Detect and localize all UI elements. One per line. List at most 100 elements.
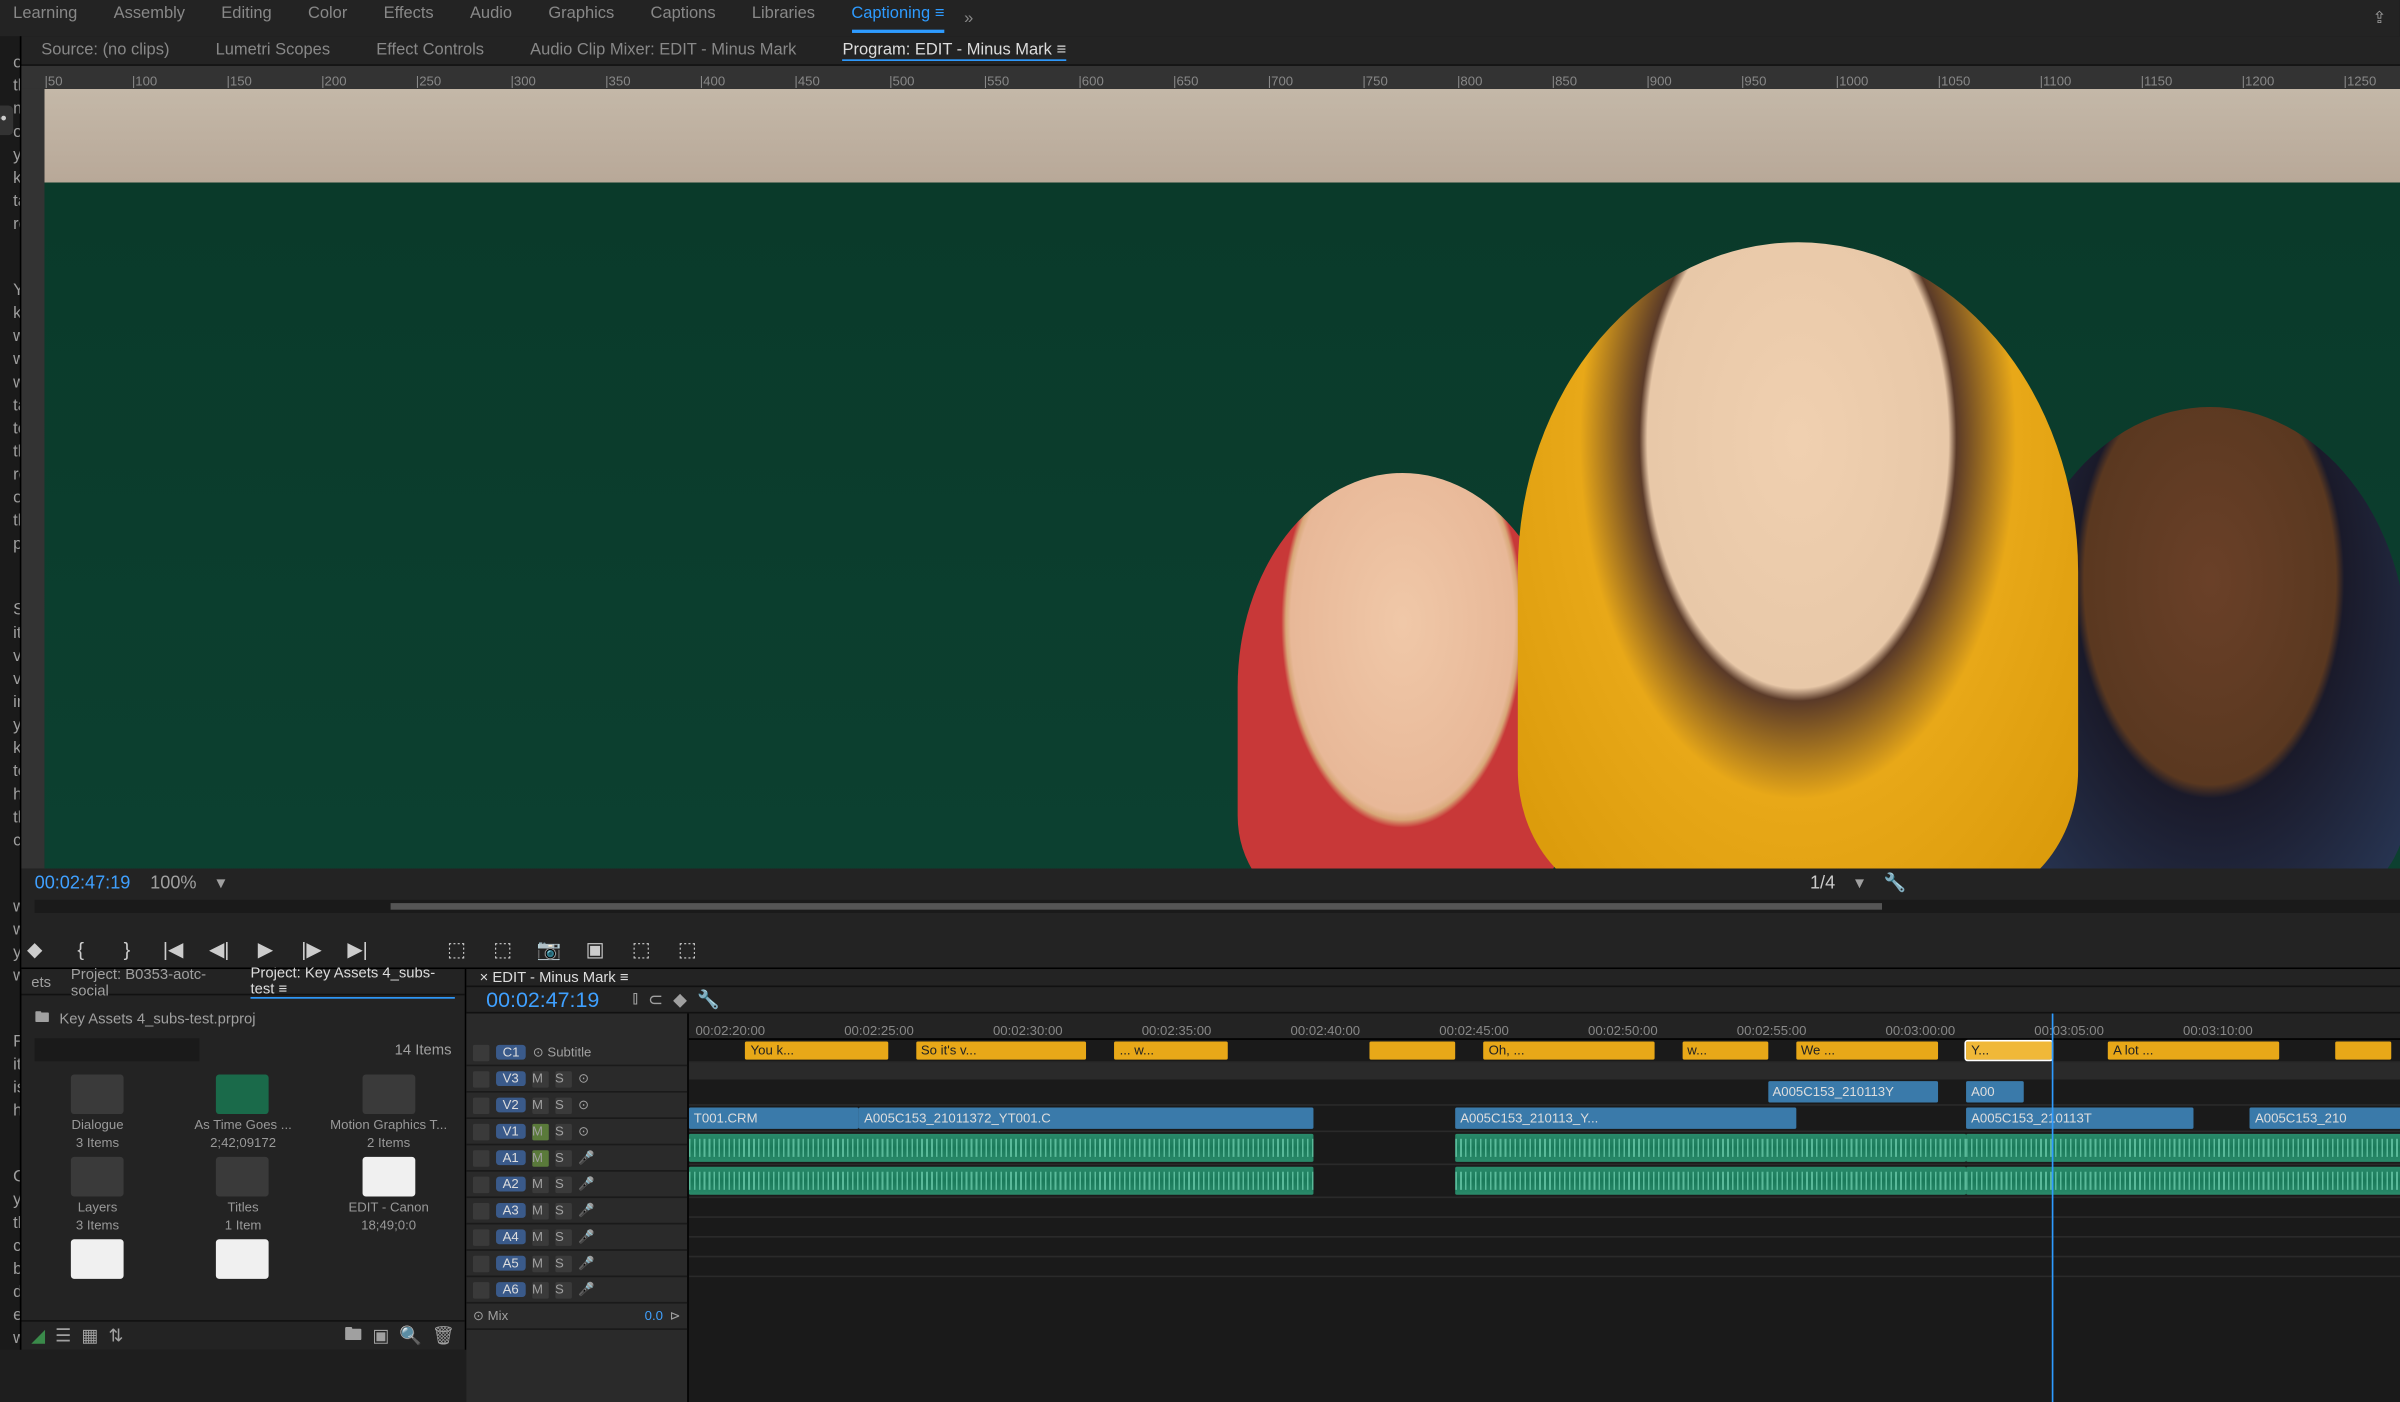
- project-bin[interactable]: Titles1 Item: [174, 1157, 313, 1233]
- timeline-clip[interactable]: A00: [1966, 1081, 2023, 1102]
- solo-button[interactable]: S: [555, 1149, 571, 1165]
- mute-button[interactable]: M: [532, 1176, 548, 1192]
- solo-button[interactable]: S: [555, 1176, 571, 1192]
- timeline-clip[interactable]: We ...: [1796, 1042, 1938, 1060]
- program-scrubber[interactable]: [35, 900, 2400, 913]
- mark-out-icon[interactable]: }: [114, 936, 140, 962]
- solo-button[interactable]: S: [555, 1123, 571, 1139]
- project-tab[interactable]: Project: Key Assets 4_subs-test ≡: [250, 964, 454, 999]
- solo-button[interactable]: S: [555, 1229, 571, 1245]
- track-header-A6[interactable]: A6MS🎤: [466, 1277, 687, 1303]
- timeline-clip[interactable]: [1966, 1167, 2400, 1195]
- lock-icon[interactable]: [473, 1202, 489, 1218]
- timeline-clip[interactable]: A005C153_21011372_YT001.C: [859, 1107, 1313, 1128]
- viewer-canvas[interactable]: You know, especially when they've been w…: [44, 89, 2400, 869]
- workspace-tab-captions[interactable]: Captions: [651, 4, 716, 32]
- panel-tab[interactable]: Source: (no clips): [41, 41, 169, 59]
- trash-icon[interactable]: 🗑: [432, 1325, 455, 1346]
- lock-icon[interactable]: [473, 1097, 489, 1113]
- icon-view-icon[interactable]: ▦: [81, 1325, 98, 1346]
- export-frame-icon[interactable]: 📷: [536, 936, 562, 962]
- freeform-icon[interactable]: ◢: [31, 1325, 45, 1346]
- workspace-tab-color[interactable]: Color: [308, 4, 347, 32]
- track-header-C1[interactable]: C1⊙ Subtitle: [466, 1040, 687, 1066]
- workspace-tab-editing[interactable]: Editing: [221, 4, 271, 32]
- transcript-block[interactable]: with whoever you're with.: [10, 893, 17, 992]
- settings-icon[interactable]: ⬚: [674, 936, 700, 962]
- timeline-clip[interactable]: [689, 1167, 1313, 1195]
- workspace-tab-graphics[interactable]: Graphics: [548, 4, 614, 32]
- workspace-tab-learning[interactable]: Learning: [13, 4, 77, 32]
- workspace-tab-captioning[interactable]: Captioning ≡: [851, 4, 944, 32]
- step-fwd-icon[interactable]: |▶: [298, 936, 324, 962]
- timeline-clip[interactable]: [1370, 1042, 1455, 1060]
- timeline-clip[interactable]: Oh, ...: [1484, 1042, 1654, 1060]
- track-header-A5[interactable]: A5MS🎤: [466, 1251, 687, 1277]
- workspace-tab-libraries[interactable]: Libraries: [752, 4, 815, 32]
- more-icon[interactable]: »: [964, 9, 973, 27]
- project-search-input[interactable]: [35, 1038, 200, 1061]
- link-icon[interactable]: ⊂: [648, 989, 663, 1010]
- transcript-block[interactable]: or the manager or, you know, take respit…: [10, 49, 17, 240]
- zoom-select[interactable]: 100%: [150, 873, 196, 893]
- lift-icon[interactable]: ⬚: [443, 936, 469, 962]
- mute-button[interactable]: M: [532, 1070, 548, 1086]
- project-bin[interactable]: Dialogue3 Items: [28, 1074, 167, 1150]
- track-header-A1[interactable]: A1MS🎤: [466, 1145, 687, 1171]
- mute-button[interactable]: M: [532, 1281, 548, 1297]
- transcript-block[interactable]: For it is heartbreaking.: [10, 1028, 17, 1127]
- timeline-clip[interactable]: So it's v...: [916, 1042, 1086, 1060]
- sequence-tab[interactable]: × EDIT - Minus Mark ≡: [480, 969, 629, 985]
- workspace-tab-assembly[interactable]: Assembly: [114, 4, 185, 32]
- timeline-clip[interactable]: A lot ...: [2108, 1042, 2278, 1060]
- project-tab[interactable]: Project: B0353-aotc-social: [71, 965, 231, 998]
- marker-icon[interactable]: ◆: [673, 989, 687, 1010]
- mute-button[interactable]: M: [532, 1097, 548, 1113]
- panel-tab[interactable]: Lumetri Scopes: [216, 41, 331, 59]
- lock-icon[interactable]: [473, 1044, 489, 1060]
- track-header-V1[interactable]: V1MS⊙: [466, 1119, 687, 1145]
- transcript-block[interactable]: You know, we we we talk to themregular o…: [10, 277, 17, 560]
- compare-icon[interactable]: ⬚: [628, 936, 654, 962]
- panel-tab[interactable]: Audio Clip Mixer: EDIT - Minus Mark: [530, 41, 796, 59]
- track-header-Mix[interactable]: ⊙ Mix0.0⊳: [466, 1304, 687, 1330]
- timeline-clip[interactable]: A005C153_210113_Y...: [1455, 1107, 1796, 1128]
- lock-icon[interactable]: [473, 1281, 489, 1297]
- new-item-icon[interactable]: ▣: [372, 1325, 389, 1346]
- timeline-clip[interactable]: Y...: [1966, 1042, 2051, 1060]
- timeline-clip[interactable]: [2335, 1042, 2392, 1060]
- program-in-timecode[interactable]: 00:02:47:19: [35, 873, 131, 893]
- project-bin[interactable]: Layers3 Items: [28, 1157, 167, 1233]
- track-header-V3[interactable]: V3MS⊙: [466, 1066, 687, 1092]
- track-header-A2[interactable]: A2MS🎤: [466, 1172, 687, 1198]
- list-view-icon[interactable]: ☰: [55, 1325, 71, 1346]
- timeline-clip[interactable]: w...: [1682, 1042, 1767, 1060]
- workspace-tab-audio[interactable]: Audio: [470, 4, 512, 32]
- timeline-clip[interactable]: A005C153_210: [2250, 1107, 2400, 1128]
- project-bin[interactable]: [28, 1239, 167, 1285]
- playback-quality[interactable]: 1/4: [1810, 873, 1835, 893]
- add-marker-icon[interactable]: ◆: [21, 936, 47, 962]
- solo-button[interactable]: S: [555, 1097, 571, 1113]
- go-to-out-icon[interactable]: ▶|: [344, 936, 370, 962]
- project-bin[interactable]: EDIT - Canon18;49;0:0: [319, 1157, 458, 1233]
- timeline-clip[interactable]: [1966, 1134, 2400, 1162]
- mute-button[interactable]: M: [532, 1202, 548, 1218]
- timeline-clip[interactable]: A005C153_210113Y: [1768, 1081, 1938, 1102]
- extract-icon[interactable]: ⬚: [489, 936, 515, 962]
- timeline-clip[interactable]: You k...: [746, 1042, 888, 1060]
- mute-button[interactable]: M: [532, 1229, 548, 1245]
- project-bin[interactable]: As Time Goes ...2;42;09172: [174, 1074, 313, 1150]
- panel-tab[interactable]: Effect Controls: [376, 41, 484, 59]
- sort-icon[interactable]: ⇅: [108, 1325, 123, 1346]
- safe-margins-icon[interactable]: ▣: [582, 936, 608, 962]
- mute-button[interactable]: M: [532, 1123, 548, 1139]
- new-bin-icon[interactable]: 🖿: [344, 1320, 362, 1351]
- workspace-tab-effects[interactable]: Effects: [384, 4, 434, 32]
- mute-button[interactable]: M: [532, 1149, 548, 1165]
- project-tab[interactable]: ets: [31, 973, 51, 989]
- wrench-icon[interactable]: 🔧: [1884, 872, 1907, 893]
- timeline-timecode[interactable]: 00:02:47:19: [466, 987, 619, 1012]
- solo-button[interactable]: S: [555, 1281, 571, 1297]
- lock-icon[interactable]: [473, 1229, 489, 1245]
